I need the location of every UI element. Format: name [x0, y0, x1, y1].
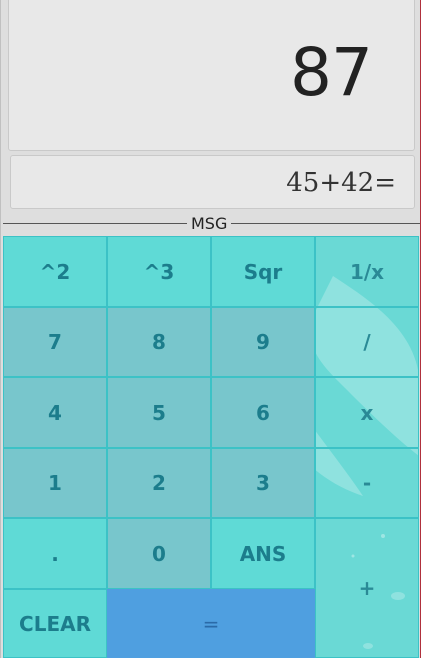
minus-button[interactable]: -	[315, 448, 419, 518]
calculator-window: 87 45+42= MSG ^2 ^3 Sqr 1/x 7 8 9 / 4 5 …	[0, 0, 421, 658]
plus-button[interactable]: +	[315, 518, 419, 658]
seven-button[interactable]: 7	[3, 307, 107, 377]
keypad: ^2 ^3 Sqr 1/x 7 8 9 / 4 5 6 x 1 2 3 - . …	[3, 236, 419, 658]
one-button[interactable]: 1	[3, 448, 107, 518]
sqrt-button[interactable]: Sqr	[211, 236, 315, 307]
clear-button[interactable]: CLEAR	[3, 589, 107, 658]
square-button[interactable]: ^2	[3, 236, 107, 307]
equals-button[interactable]: =	[107, 589, 315, 658]
message-bar: MSG	[1, 214, 420, 234]
five-button[interactable]: 5	[107, 377, 211, 448]
multiply-button[interactable]: x	[315, 377, 419, 448]
decimal-point-button[interactable]: .	[3, 518, 107, 589]
result-display: 87	[8, 0, 415, 151]
nine-button[interactable]: 9	[211, 307, 315, 377]
result-value: 87	[290, 34, 373, 111]
three-button[interactable]: 3	[211, 448, 315, 518]
zero-button[interactable]: 0	[107, 518, 211, 589]
expression-display: 45+42=	[10, 155, 415, 209]
divide-button[interactable]: /	[315, 307, 419, 377]
expression-value: 45+42=	[286, 168, 396, 198]
eight-button[interactable]: 8	[107, 307, 211, 377]
reciprocal-button[interactable]: 1/x	[315, 236, 419, 307]
two-button[interactable]: 2	[107, 448, 211, 518]
six-button[interactable]: 6	[211, 377, 315, 448]
four-button[interactable]: 4	[3, 377, 107, 448]
message-label: MSG	[187, 214, 232, 234]
cube-button[interactable]: ^3	[107, 236, 211, 307]
ans-button[interactable]: ANS	[211, 518, 315, 589]
